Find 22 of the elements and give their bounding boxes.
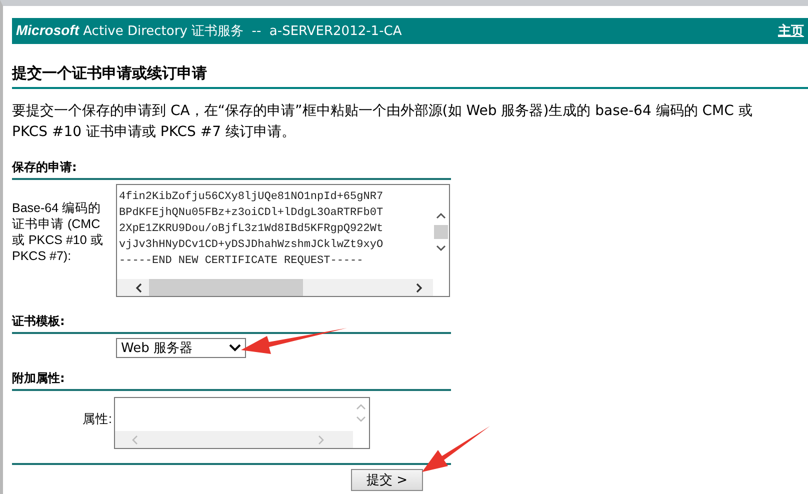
page-title: 提交一个证书申请或续订申请 <box>12 64 808 89</box>
submit-button[interactable]: 提交 > <box>351 469 423 491</box>
scrollbar-thumb[interactable] <box>149 279 303 296</box>
text-line: 4fin2KibZofju56CXy8ljUQe81NO1npId+65gNR7 <box>119 190 384 205</box>
section-heading: 保存的申请: <box>12 159 451 180</box>
request-textarea[interactable] <box>116 184 450 297</box>
home-link[interactable]: 主页 <box>778 22 804 40</box>
header-title: Microsoft Active Directory 证书服务 -- a-SERVER2012-1-CA <box>16 22 402 40</box>
text-line: -----END NEW CERTIFICATE REQUEST----- <box>119 254 364 269</box>
dropdown-caret-icon <box>228 343 242 353</box>
section-heading: 附加属性: <box>12 370 451 391</box>
text-line: BPdKFEjhQNu05FBz+z3oiCDl+lDdgL3OaRTRFb0T <box>119 206 384 221</box>
text-line: 2XpE1ZKRU9Dou/oBjfL3z1Wd8IBd5KFRgpQ922Wt <box>119 222 384 237</box>
field-label: 属性: <box>82 411 113 428</box>
text-line: vjJv3hHNyDCv1CD+yDSJDhahWzshmJCklwZt9xyO <box>119 238 384 253</box>
intro-text: 要提交一个保存的申请到 CA，在“保存的申请”框中粘贴一个由外部源(如 Web 服务器)生成的 base-64 编码的 CMC 或 PKCS #10 证书申请或 PKCS #7 续订申请。 <box>12 102 754 142</box>
template-select[interactable]: Web 服务器 <box>116 338 246 358</box>
section-heading: 证书模板: <box>12 313 451 334</box>
field-label: Base-64 编码的证书申请 (CMC 或 PKCS #10 或 PKCS #7): <box>12 200 104 265</box>
scrollbar-thumb[interactable] <box>434 225 448 239</box>
horizontal-scrollbar[interactable] <box>117 279 433 296</box>
attributes-textarea[interactable] <box>114 397 370 449</box>
